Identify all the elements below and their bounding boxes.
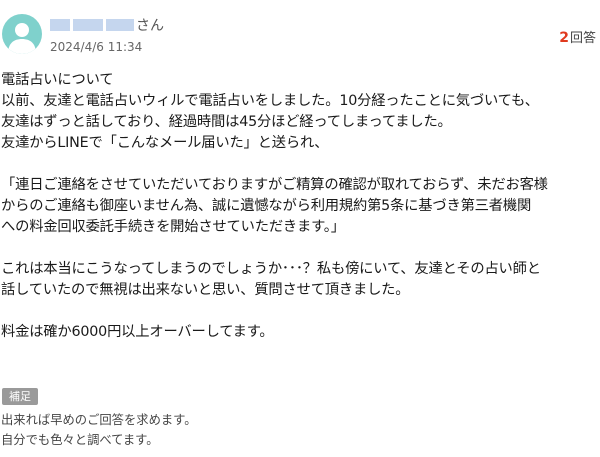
user-avatar[interactable] [2, 14, 42, 54]
body-line: これは本当にこうなってしまうのでしょうか･･･？私も傍にいて、友達とその占い師と [1, 261, 541, 277]
body-line: 「連日ご連絡をさせていただいておりますがご精算の確認が取れておらず、未だお客様 [1, 177, 548, 193]
body-line: 以前、友達と電話占いウィルで電話占いをしました。10分経ったことに気づいても、 [1, 93, 539, 109]
supplement-tag: 補足 [2, 388, 38, 405]
body-line: 友達はずっと話しており、経過時間は45分ほど経ってしまってました。 [1, 114, 452, 130]
user-name[interactable]: さん [50, 15, 164, 35]
supplement-text: 出来れば早めのご回答を求めます。 自分でも色々と調べてます。 [1, 410, 197, 450]
answer-count-label: 回答 [569, 31, 596, 46]
body-line: 友達からLINEで「こんなメール届いた」と送られ、 [1, 135, 329, 151]
answer-count-number: 2 [559, 30, 569, 46]
supplement-line: 出来れば早めのご回答を求めます。 [1, 413, 197, 427]
body-line: 料金は確か6000円以上オーバーしてます。 [1, 324, 274, 340]
user-name-suffix: さん [136, 18, 164, 34]
question-card: さん 2024/4/6 11:34 2 回答 電話占いについて 以前、友達と電話… [0, 0, 600, 457]
supplement-line: 自分でも色々と調べてます。 [1, 433, 159, 447]
body-line: からのご連絡も御座いません為、誠に遺憾ながら利用規約第5条に基づき第三者機関 [1, 198, 532, 214]
masked-username [50, 19, 134, 31]
person-icon [8, 23, 36, 54]
posted-date: 2024/4/6 11:34 [50, 40, 143, 54]
body-line: 話していたので無視は出来ないと思い、質問させて頂きました。 [1, 282, 410, 298]
question-title: 電話占いについて [1, 72, 114, 88]
question-body: 電話占いについて 以前、友達と電話占いウィルで電話占いをしました。10分経ったこ… [1, 70, 597, 343]
body-line: への料金回収委託手続きを開始させていただきます。」 [1, 219, 345, 235]
answer-count[interactable]: 2 回答 [559, 27, 596, 46]
